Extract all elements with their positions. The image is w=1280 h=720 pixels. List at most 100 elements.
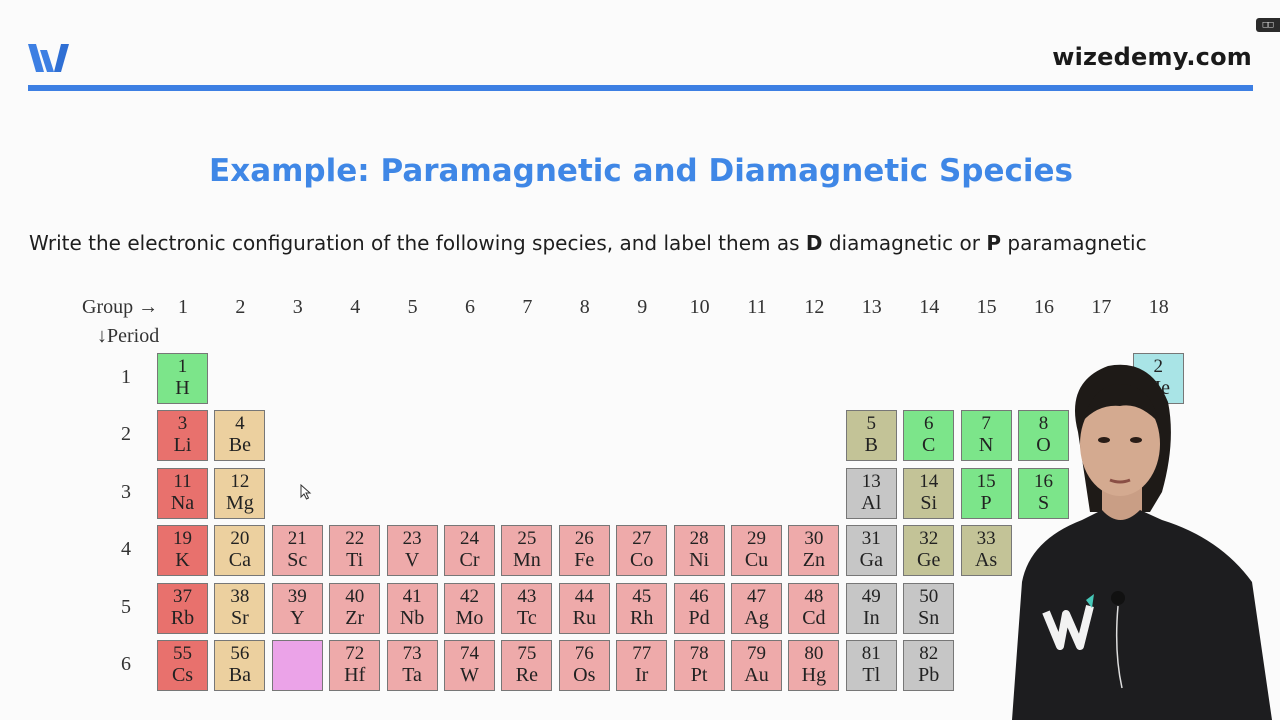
element-symbol: In — [862, 606, 880, 629]
group-number-7: 7 — [522, 296, 533, 318]
element-be: 4 Be — [214, 410, 266, 462]
element-cr: 24 Cr — [444, 525, 495, 577]
element-al: 13 Al — [845, 467, 897, 519]
element-symbol: Pb — [918, 664, 940, 686]
period-number-1: 1 — [121, 366, 131, 388]
element-ni: 28 Ni — [673, 525, 725, 577]
element-na: 11 Na — [157, 467, 208, 519]
element-h: 1H — [157, 353, 208, 404]
group-label: Group → — [82, 296, 159, 318]
element-symbol: Ge — [917, 549, 941, 572]
group-number-2: 2 — [235, 296, 246, 318]
atomic-number: 50 — [919, 585, 939, 607]
atomic-number: 13 — [861, 470, 881, 492]
atomic-number: 55 — [173, 643, 192, 664]
atomic-number: 24 — [460, 528, 479, 550]
element-symbol: Ba — [228, 664, 251, 686]
element-symbol: Na — [170, 491, 195, 514]
presenter-video — [1012, 364, 1272, 720]
atomic-number: 46 — [689, 585, 709, 607]
element-symbol: Fe — [574, 549, 595, 572]
group-number-8: 8 — [579, 296, 590, 318]
atomic-number: 3 — [177, 413, 188, 435]
element-co: 27 Co — [616, 525, 668, 577]
wizedemy-logo-icon — [28, 44, 69, 72]
element-symbol: Y — [290, 606, 305, 629]
atomic-number: 45 — [632, 585, 652, 607]
period-number-6: 6 — [121, 653, 131, 675]
element-sr: 38 Sr — [214, 582, 266, 634]
group-number-13: 13 — [861, 296, 882, 318]
element-symbol: Sn — [918, 606, 940, 629]
element-fe: 26 Fe — [558, 525, 610, 577]
element-symbol: Pd — [688, 606, 710, 629]
atomic-number: 39 — [287, 585, 307, 607]
element-cu: 29 Cu — [731, 525, 782, 577]
element-sn: 50 Sn — [903, 582, 955, 634]
group-number-4: 4 — [350, 296, 361, 318]
group-number-17: 17 — [1091, 296, 1112, 318]
atomic-number: 30 — [804, 528, 824, 550]
window-mode-icon[interactable]: □□ — [1256, 18, 1280, 32]
element-symbol: K — [175, 549, 190, 572]
atomic-number: 37 — [173, 585, 192, 607]
atomic-number: 4 — [235, 413, 245, 435]
group-number-3: 3 — [292, 296, 303, 318]
atomic-number: 40 — [345, 585, 365, 607]
element-zr: 40 Zr — [329, 582, 381, 634]
group-number-10: 10 — [689, 296, 710, 318]
atomic-number: 32 — [919, 528, 939, 550]
element-re: 75 Re — [501, 640, 553, 691]
element-rb: 37 Rb — [157, 582, 208, 634]
element-symbol: Nb — [399, 606, 425, 629]
element-symbol: Ru — [572, 606, 596, 629]
element-cs: 55 Cs — [157, 640, 208, 691]
atomic-number: 42 — [460, 585, 479, 607]
element-ag: 47 Ag — [731, 582, 782, 634]
element-symbol: Tc — [517, 606, 537, 629]
element-rh: 45 Rh — [616, 582, 668, 634]
element-symbol: V — [404, 549, 420, 572]
atomic-number: 43 — [517, 585, 537, 607]
period-number-2: 2 — [121, 423, 131, 446]
atomic-number: 1 — [177, 356, 188, 377]
atomic-number: 48 — [804, 585, 824, 607]
atomic-number: 79 — [747, 643, 766, 664]
element-ta: 73 Ta — [386, 640, 438, 691]
atomic-number: 28 — [689, 528, 709, 550]
element-symbol: Zr — [345, 606, 365, 629]
element-symbol: C — [922, 434, 936, 457]
atomic-number: 73 — [402, 643, 422, 664]
element-symbol: W — [460, 664, 479, 686]
element-si: 14 Si — [903, 467, 955, 519]
atomic-number: 38 — [230, 585, 250, 607]
element-symbol: Au — [744, 664, 769, 686]
element-ge: 32 Ge — [903, 525, 955, 577]
atomic-number: 19 — [173, 528, 192, 550]
element-ga: 31 Ga — [845, 525, 897, 577]
element-symbol: Ir — [635, 664, 649, 686]
atomic-number: 20 — [230, 528, 250, 550]
element-symbol: Tl — [862, 664, 881, 686]
element-symbol: Rh — [630, 606, 654, 629]
element-symbol: Rb — [170, 606, 195, 629]
element-symbol: Ta — [402, 664, 422, 686]
element-tl: 81 Tl — [845, 640, 897, 691]
brand-name[interactable]: wizedemy.com — [1052, 43, 1252, 71]
element-zn: 30 Zn — [788, 525, 840, 577]
element-hg: 80 Hg — [788, 640, 840, 691]
element-symbol: Mn — [512, 549, 541, 572]
atomic-number: 22 — [345, 528, 365, 550]
group-number-1: 1 — [178, 296, 188, 318]
element-symbol: Cr — [459, 549, 480, 572]
element-b: 5B — [845, 410, 897, 462]
element-k: 19 K — [157, 525, 208, 577]
element-symbol: Ca — [228, 549, 251, 572]
atomic-number: 82 — [919, 643, 939, 664]
element-symbol: Cd — [802, 606, 826, 629]
atomic-number: 76 — [574, 643, 594, 664]
group-number-12: 12 — [804, 296, 825, 318]
atomic-number: 23 — [402, 528, 422, 550]
mouse-cursor-icon — [300, 484, 312, 500]
period-label: ↓Period — [97, 325, 160, 347]
